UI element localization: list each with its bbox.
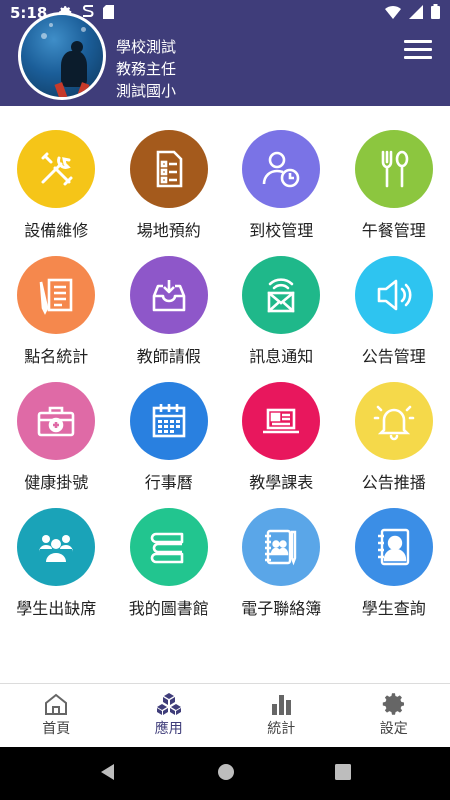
app-label: 訊息通知 xyxy=(249,347,314,366)
app-my-library[interactable]: 我的圖書館 xyxy=(113,508,226,632)
user-info: 學校測試 教務主任 測試國小 xyxy=(116,36,176,102)
home-circle-icon xyxy=(218,763,234,780)
contact-book-icon xyxy=(265,529,297,566)
wifi-icon xyxy=(385,4,401,23)
app-label: 學生出缺席 xyxy=(16,599,97,618)
nav-label: 設定 xyxy=(379,721,408,737)
back-icon xyxy=(101,763,114,780)
recents-icon xyxy=(335,763,351,780)
app-student-attendance[interactable]: 學生出缺席 xyxy=(0,508,113,632)
app-label: 教師請假 xyxy=(136,347,201,366)
app-arrival-management[interactable]: 到校管理 xyxy=(225,130,338,254)
nav-label: 首頁 xyxy=(42,721,71,737)
app-class-schedule[interactable]: 教學課表 xyxy=(225,382,338,506)
app-venue-booking[interactable]: 場地預約 xyxy=(113,130,226,254)
roll-call-icon xyxy=(39,278,73,315)
school-unit: 測試國小 xyxy=(116,82,177,100)
nav-settings[interactable]: 設定 xyxy=(338,684,450,747)
avatar[interactable] xyxy=(18,12,106,100)
inbox-icon xyxy=(152,280,186,312)
app-roll-call-stats[interactable]: 點名統計 xyxy=(0,256,113,380)
app-lunch-management[interactable]: 午餐管理 xyxy=(338,130,450,254)
app-label: 到校管理 xyxy=(249,221,314,240)
nav-apps[interactable]: 應用 xyxy=(113,684,226,747)
student-profile-icon xyxy=(377,528,409,566)
message-icon xyxy=(267,278,295,313)
app-label: 公告管理 xyxy=(361,347,426,366)
hamburger-icon xyxy=(404,40,432,43)
app-label: 健康掛號 xyxy=(24,473,89,492)
home-button[interactable] xyxy=(217,763,235,785)
battery-icon xyxy=(431,3,440,23)
app-label: 場地預約 xyxy=(136,221,201,240)
bell-icon xyxy=(373,405,415,441)
apps-cube-icon xyxy=(156,693,181,715)
settings-icon xyxy=(382,693,404,715)
school-name: 學校測試 xyxy=(116,38,177,56)
back-button[interactable] xyxy=(99,763,117,785)
app-health-registration[interactable]: 健康掛號 xyxy=(0,382,113,506)
app-announcement-management[interactable]: 公告管理 xyxy=(338,256,450,380)
nav-label: 統計 xyxy=(267,721,296,737)
nav-home[interactable]: 首頁 xyxy=(0,684,113,747)
app-label: 教學課表 xyxy=(249,473,314,492)
laptop-icon xyxy=(263,408,300,434)
app-teacher-leave[interactable]: 教師請假 xyxy=(113,256,226,380)
app-equipment-repair[interactable]: 設備維修 xyxy=(0,130,113,254)
app-label: 午餐管理 xyxy=(361,221,426,240)
app-circle xyxy=(17,130,96,208)
books-icon xyxy=(150,532,184,564)
app-label: 公告推播 xyxy=(361,473,426,492)
app-label: 電子聯絡簿 xyxy=(241,599,322,618)
checklist-icon xyxy=(156,150,183,188)
app-student-lookup[interactable]: 學生查詢 xyxy=(338,508,450,632)
tools-icon xyxy=(41,152,73,186)
app-contact-book[interactable]: 電子聯絡簿 xyxy=(225,508,338,632)
nav-statistics[interactable]: 統計 xyxy=(225,684,338,747)
app-calendar[interactable]: 行事曆 xyxy=(113,382,226,506)
recents-button[interactable] xyxy=(335,763,351,784)
fork-spoon-icon xyxy=(381,150,409,188)
app-label: 行事曆 xyxy=(144,473,193,492)
app-message-notification[interactable]: 訊息通知 xyxy=(225,256,338,380)
hamburger-menu-button[interactable] xyxy=(404,40,432,62)
bottom-nav: 首頁 應用 統計 設定 xyxy=(0,683,450,747)
calendar-icon xyxy=(152,404,186,438)
app-announcement-push[interactable]: 公告推播 xyxy=(338,382,450,506)
app-label: 我的圖書館 xyxy=(128,599,209,618)
android-nav-bar xyxy=(0,747,450,800)
user-clock-icon xyxy=(262,151,300,188)
students-icon xyxy=(39,535,74,562)
medical-kit-icon xyxy=(37,406,75,437)
sd-card-icon xyxy=(103,4,115,23)
nav-label: 應用 xyxy=(154,721,183,737)
app-label: 學生查詢 xyxy=(361,599,426,618)
app-grid: 設備維修 場地預約 到校管理 午餐管理 點名統計 教師請假 訊息通知 公告管理 … xyxy=(0,130,450,632)
bar-chart-icon xyxy=(272,695,292,715)
app-label: 設備維修 xyxy=(24,221,89,240)
user-role: 教務主任 xyxy=(116,60,177,78)
speaker-icon xyxy=(377,279,412,311)
home-icon xyxy=(45,693,68,715)
signal-icon xyxy=(409,4,423,23)
app-label: 點名統計 xyxy=(24,347,89,366)
